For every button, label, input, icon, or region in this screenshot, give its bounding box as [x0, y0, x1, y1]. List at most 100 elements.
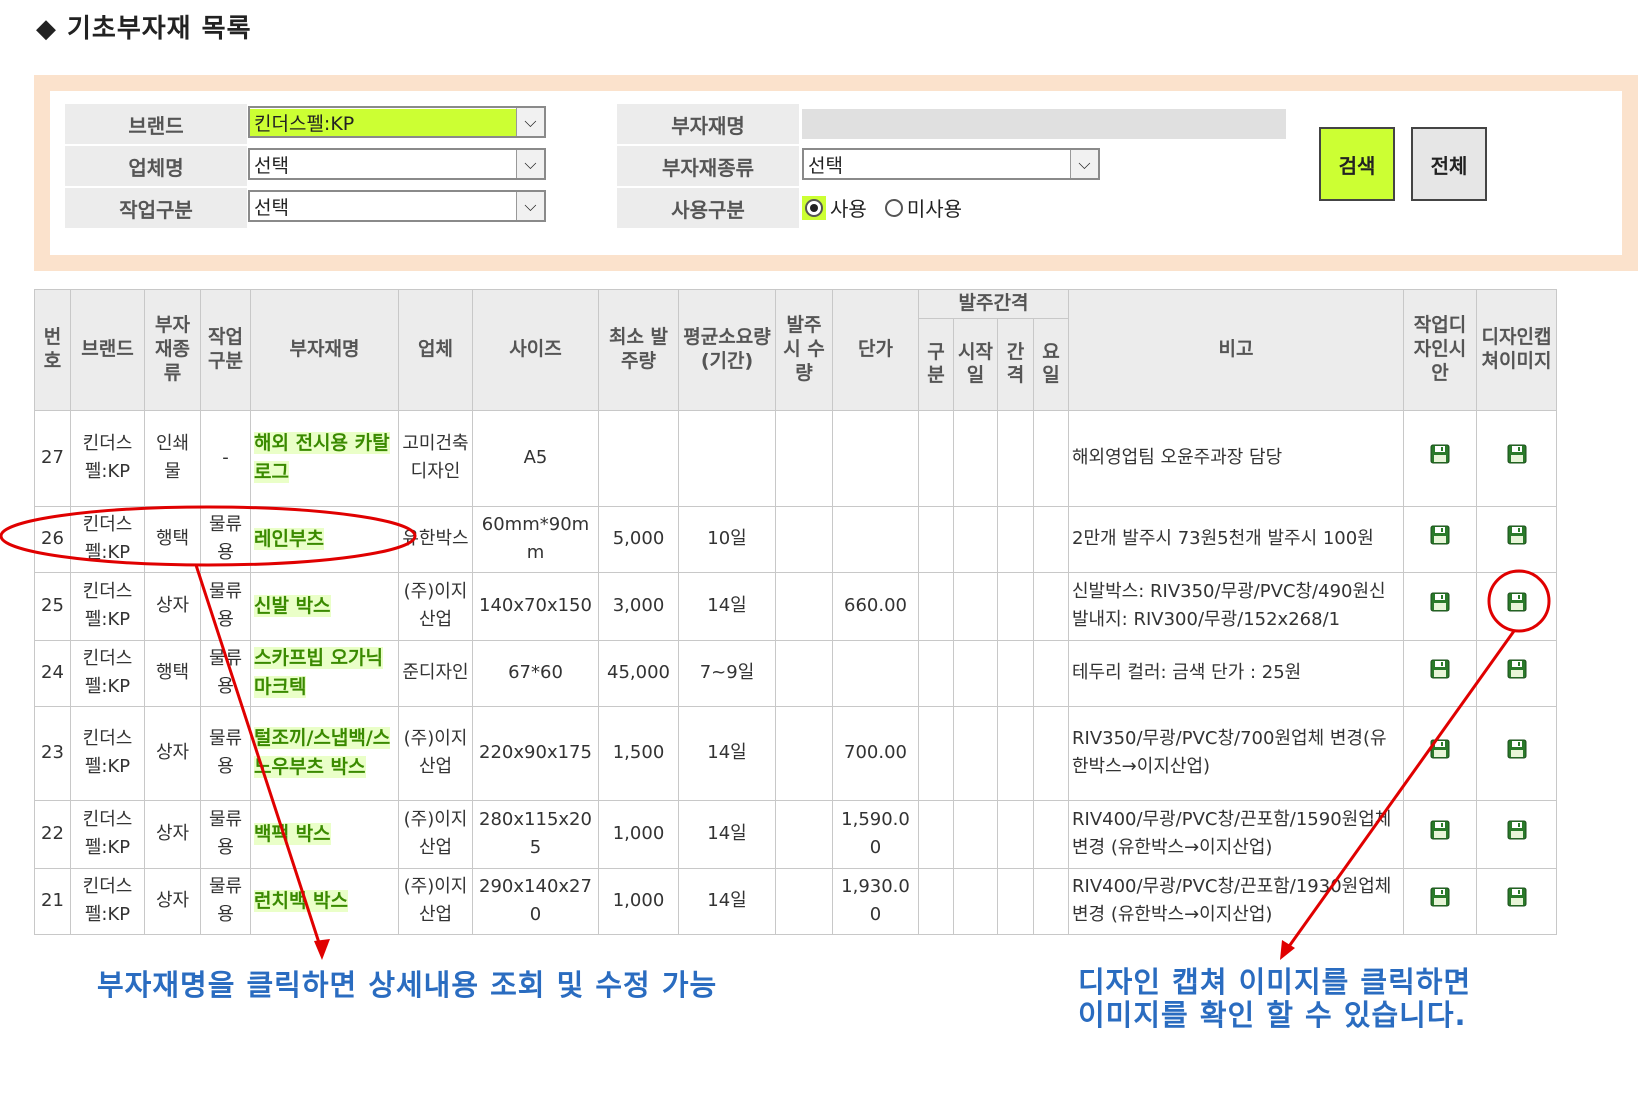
row-design-capture [1476, 639, 1557, 707]
usage-option-unused-label: 미사용 [906, 197, 963, 221]
row-avg-lead: 14일 [678, 799, 776, 869]
row-material-name[interactable]: 해외 전시용 카탈로그 [250, 409, 399, 507]
material-type-select-value: 선택 [808, 154, 843, 177]
row-interval-cell [997, 505, 1034, 573]
row-work-design [1403, 571, 1477, 641]
header-size: 사이즈 [472, 289, 599, 411]
header-unit-price: 단가 [832, 289, 919, 411]
row-vendor: 고미건축디자인 [398, 409, 473, 507]
header-order-interval: 발주간격 [918, 289, 1069, 319]
table-row: 23 킨더스펠:KP 상자 물류용 털조끼/스냅백/스노우부츠 박스 (주)이지산업 220… [34, 705, 1557, 801]
save-icon[interactable] [1429, 591, 1451, 613]
material-name-link[interactable]: 해외 전시용 카탈로그 [254, 431, 390, 484]
save-icon[interactable] [1506, 886, 1528, 908]
row-vendor: (주)이지산업 [398, 799, 473, 869]
save-icon[interactable] [1429, 738, 1451, 760]
row-material-name[interactable]: 백팩 박스 [250, 799, 399, 869]
row-work-type: 물류용 [200, 505, 251, 573]
work-type-select[interactable]: 선택 ⌵ [248, 190, 546, 222]
row-design-capture [1476, 571, 1557, 641]
row-material-name[interactable]: 신발 박스 [250, 571, 399, 641]
row-interval-cell [918, 505, 954, 573]
usage-label: 사용구분 [617, 188, 799, 228]
material-type-select[interactable]: 선택 ⌵ [802, 148, 1100, 180]
material-name-link[interactable]: 스카프빕 오가닉마크텍 [254, 646, 383, 699]
row-design-capture [1476, 705, 1557, 801]
chevron-down-icon[interactable]: ⌵ [1070, 150, 1098, 178]
show-all-button[interactable]: 전체 [1411, 127, 1487, 201]
material-list-table: 번호 브랜드 부자재종류 작업구분 부자재명 업체 사이즈 최소 발주량 평균소… [34, 289, 1557, 935]
row-interval-cell [1033, 705, 1069, 801]
usage-radio-used[interactable] [802, 195, 826, 220]
row-unit-price: 1,930.00 [832, 867, 919, 935]
brand-select[interactable]: 킨더스펠:KP ⌵ [248, 106, 546, 138]
save-icon[interactable] [1429, 658, 1451, 680]
row-avg-lead: 7~9일 [678, 639, 776, 707]
save-icon[interactable] [1506, 524, 1528, 546]
save-icon[interactable] [1429, 524, 1451, 546]
row-min-order: 3,000 [598, 571, 679, 641]
material-name-link[interactable]: 백팩 박스 [254, 822, 331, 845]
search-button[interactable]: 검색 [1319, 127, 1395, 201]
row-material-type: 인쇄물 [144, 409, 201, 507]
row-interval-cell [1033, 409, 1069, 507]
row-interval-cell [918, 705, 954, 801]
usage-radio-unused[interactable] [884, 198, 903, 217]
row-size: 67*60 [472, 639, 599, 707]
row-min-order: 1,000 [598, 867, 679, 935]
row-size: 290x140x270 [472, 867, 599, 935]
page-title-text: 기초부자재 목록 [67, 14, 252, 44]
material-name-label: 부자재명 [617, 104, 799, 144]
material-name-link[interactable]: 런치백 박스 [254, 889, 349, 912]
save-icon[interactable] [1506, 738, 1528, 760]
row-min-order [598, 409, 679, 507]
chevron-down-icon[interactable]: ⌵ [516, 150, 544, 178]
material-name-link[interactable]: 신발 박스 [254, 594, 331, 617]
row-work-design [1403, 705, 1477, 801]
row-interval-cell [953, 571, 998, 641]
save-icon[interactable] [1506, 819, 1528, 841]
row-note: 신발박스: RIV350/무광/PVC창/490원신발내지: RIV300/무광… [1068, 571, 1404, 641]
save-icon[interactable] [1429, 886, 1451, 908]
material-name-link[interactable]: 털조끼/스냅백/스노우부츠 박스 [254, 726, 391, 779]
row-material-type: 상자 [144, 571, 201, 641]
row-material-type: 상자 [144, 867, 201, 935]
save-icon[interactable] [1506, 658, 1528, 680]
chevron-down-icon[interactable]: ⌵ [516, 192, 544, 220]
header-min-order: 최소 발주량 [598, 289, 679, 411]
material-type-label: 부자재종류 [617, 146, 799, 186]
material-name-input[interactable] [802, 109, 1286, 139]
row-material-name[interactable]: 레인부츠 [250, 505, 399, 573]
table-row: 24 킨더스펠:KP 행택 물류용 스카프빕 오가닉마크텍 준디자인 67*60 45,000… [34, 639, 1557, 707]
chevron-down-icon[interactable]: ⌵ [516, 108, 544, 136]
row-brand: 킨더스펠:KP [70, 639, 145, 707]
header-note: 비고 [1068, 289, 1404, 411]
row-min-order: 1,000 [598, 799, 679, 869]
row-material-name[interactable]: 런치백 박스 [250, 867, 399, 935]
row-order-qty [775, 799, 833, 869]
save-icon[interactable] [1506, 591, 1528, 613]
row-min-order: 45,000 [598, 639, 679, 707]
row-material-name[interactable]: 털조끼/스냅백/스노우부츠 박스 [250, 705, 399, 801]
row-brand: 킨더스펠:KP [70, 571, 145, 641]
header-interval-day: 요일 [1033, 317, 1069, 411]
save-icon[interactable] [1429, 819, 1451, 841]
row-note: 2만개 발주시 73원5천개 발주시 100원 [1068, 505, 1404, 573]
material-name-link[interactable]: 레인부츠 [254, 527, 324, 550]
row-design-capture [1476, 505, 1557, 573]
row-work-design [1403, 409, 1477, 507]
save-icon[interactable] [1506, 443, 1528, 465]
row-avg-lead [678, 409, 776, 507]
row-order-qty [775, 639, 833, 707]
row-brand: 킨더스펠:KP [70, 705, 145, 801]
row-interval-cell [953, 409, 998, 507]
row-order-qty [775, 409, 833, 507]
work-type-select-value: 선택 [254, 196, 289, 219]
row-design-capture [1476, 799, 1557, 869]
row-order-qty [775, 705, 833, 801]
save-icon[interactable] [1429, 443, 1451, 465]
row-note: RIV350/무광/PVC창/700원업체 변경(유한박스→이지산업) [1068, 705, 1404, 801]
vendor-select[interactable]: 선택 ⌵ [248, 148, 546, 180]
row-material-name[interactable]: 스카프빕 오가닉마크텍 [250, 639, 399, 707]
row-brand: 킨더스펠:KP [70, 505, 145, 573]
